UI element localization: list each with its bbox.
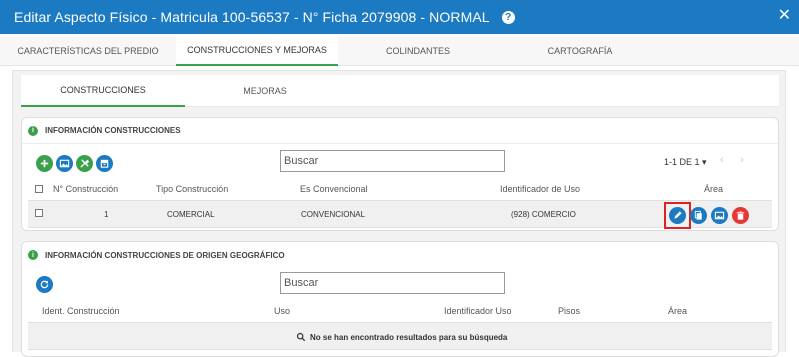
- origen-geografico-card: i INFORMACIÓN CONSTRUCCIONES DE ORIGEN G…: [21, 241, 779, 357]
- cell-convencional: CONVENCIONAL: [301, 210, 366, 219]
- column-header-area-geo[interactable]: Área: [668, 306, 687, 316]
- modal-title: Editar Aspecto Físico - Matricula 100-56…: [14, 9, 490, 25]
- origen-geografico-card-header: i INFORMACIÓN CONSTRUCCIONES DE ORIGEN G…: [22, 242, 778, 268]
- question-icon[interactable]: ?: [501, 10, 515, 24]
- main-tabs: CARACTERÍSTICAS DEL PREDIO CONSTRUCCIONE…: [0, 36, 799, 66]
- column-header-uso-geo[interactable]: Uso: [274, 306, 290, 316]
- image-icon: [714, 211, 725, 220]
- tab-content-panel: CONSTRUCCIONES MEJORAS i INFORMACIÓN CON…: [12, 70, 786, 357]
- column-header-numero[interactable]: N° Construcción: [53, 184, 118, 194]
- column-header-uso[interactable]: Identificador de Uso: [500, 184, 580, 194]
- refresh-icon: [40, 280, 49, 289]
- origen-geografico-card-title: INFORMACIÓN CONSTRUCCIONES DE ORIGEN GEO…: [45, 250, 285, 260]
- tools-button[interactable]: [76, 155, 93, 172]
- column-header-ident[interactable]: Ident. Construcción: [42, 306, 120, 316]
- tab-cartografia[interactable]: CARTOGRAFÍA: [498, 36, 662, 66]
- table-row[interactable]: 1 COMERCIAL CONVENCIONAL (928) COMERCIO: [28, 200, 772, 229]
- row-image-button[interactable]: [711, 207, 728, 224]
- tab-mejoras[interactable]: MEJORAS: [185, 75, 345, 107]
- add-construction-button[interactable]: [36, 155, 53, 172]
- cell-tipo: COMERCIAL: [167, 210, 215, 219]
- search-input[interactable]: [280, 150, 505, 172]
- tools-icon: [80, 159, 90, 168]
- archive-button[interactable]: [96, 155, 113, 172]
- column-header-pisos[interactable]: Pisos: [558, 306, 580, 316]
- search-input-origen[interactable]: [280, 272, 505, 294]
- tab-construcciones[interactable]: CONSTRUCCIONES: [21, 75, 185, 107]
- row-checkbox[interactable]: [35, 209, 43, 217]
- search-icon: [296, 332, 306, 342]
- modal-title-bar: Editar Aspecto Físico - Matricula 100-56…: [0, 0, 799, 34]
- construcciones-card: i INFORMACIÓN CONSTRUCCIONES 1-1 DE 1 ▾ …: [21, 117, 779, 231]
- column-header-convencional[interactable]: Es Convencional: [300, 184, 368, 194]
- construcciones-card-title: INFORMACIÓN CONSTRUCCIONES: [45, 126, 181, 135]
- edit-row-button[interactable]: [669, 207, 686, 224]
- no-results-text: No se han encontrado resultados para su …: [310, 332, 508, 342]
- sub-tabs: CONSTRUCCIONES MEJORAS: [21, 75, 779, 107]
- pagination-label[interactable]: 1-1 DE 1 ▾: [664, 157, 707, 168]
- info-icon: i: [28, 250, 38, 260]
- column-header-identificador-uso[interactable]: Identificador Uso: [444, 306, 512, 316]
- no-results-message: No se han encontrado resultados para su …: [296, 332, 507, 342]
- view-images-button[interactable]: [56, 155, 73, 172]
- empty-results-row: No se han encontrado resultados para su …: [28, 322, 772, 350]
- select-all-checkbox[interactable]: [35, 185, 43, 193]
- add-icon: [40, 159, 49, 168]
- edit-icon: [674, 211, 682, 219]
- info-icon: i: [28, 125, 38, 136]
- cell-numero: 1: [104, 210, 109, 219]
- construcciones-card-header: i INFORMACIÓN CONSTRUCCIONES: [22, 118, 778, 144]
- next-page-icon[interactable]: ›: [740, 154, 744, 166]
- tab-colindantes[interactable]: COLINDANTES: [338, 36, 498, 66]
- prev-page-icon[interactable]: ‹: [720, 154, 724, 166]
- copy-icon: [694, 210, 702, 220]
- tab-caracteristicas-del-predio[interactable]: CARACTERÍSTICAS DEL PREDIO: [0, 36, 176, 66]
- close-icon[interactable]: ✕: [778, 7, 791, 25]
- copy-row-button[interactable]: [690, 207, 707, 224]
- refresh-button[interactable]: [36, 276, 53, 293]
- pagination-text: 1-1 DE 1: [664, 157, 700, 167]
- column-header-tipo[interactable]: Tipo Construcción: [156, 184, 228, 194]
- archive-icon: [100, 159, 109, 168]
- image-icon: [59, 159, 70, 168]
- delete-row-button[interactable]: [732, 207, 749, 224]
- delete-icon: [736, 211, 745, 220]
- tab-construcciones-y-mejoras[interactable]: CONSTRUCCIONES Y MEJORAS: [176, 36, 338, 66]
- cell-uso: (928) COMERCIO: [511, 210, 576, 219]
- column-header-area[interactable]: Área: [704, 184, 723, 194]
